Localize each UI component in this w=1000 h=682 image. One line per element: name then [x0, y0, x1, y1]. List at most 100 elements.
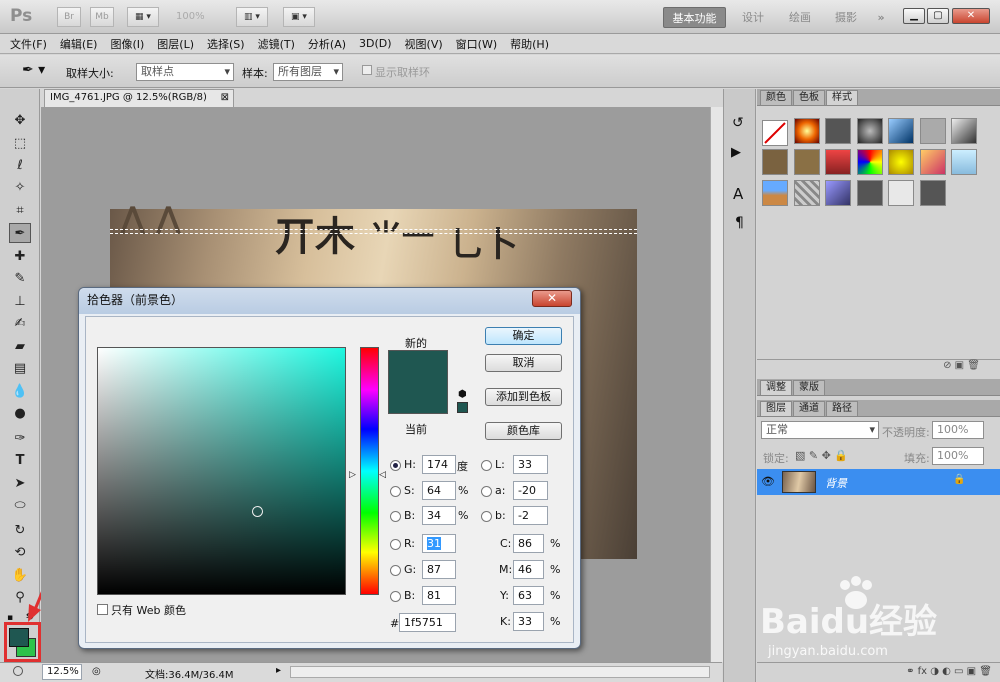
- ok-button[interactable]: 确定: [485, 327, 562, 345]
- clone-stamp-tool-icon[interactable]: ⊥: [9, 292, 31, 312]
- lightness-field[interactable]: 33: [513, 455, 548, 474]
- workspace-design[interactable]: 设计: [733, 7, 773, 28]
- hue-slider-right-handle[interactable]: ◁: [379, 470, 386, 480]
- style-item[interactable]: [856, 180, 883, 206]
- style-item[interactable]: [951, 149, 977, 175]
- path-select-tool-icon[interactable]: ➤: [9, 474, 31, 494]
- menu-analysis[interactable]: 分析(A): [308, 36, 346, 52]
- layer-row-background[interactable]: 👁 背景 🔒: [757, 469, 1000, 495]
- character-panel-icon[interactable]: A: [733, 185, 743, 203]
- gradient-tool-icon[interactable]: ▤: [9, 359, 31, 379]
- vertical-scrollbar[interactable]: [710, 107, 723, 662]
- crop-tool-icon[interactable]: ⌗: [9, 201, 31, 221]
- healing-brush-tool-icon[interactable]: ✚: [9, 247, 31, 267]
- history-panel-icon[interactable]: ↺: [732, 115, 744, 131]
- dialog-close-button[interactable]: ✕: [532, 290, 572, 307]
- menu-layer[interactable]: 图层(L): [157, 36, 194, 52]
- style-item[interactable]: [856, 149, 883, 175]
- marquee-tool-icon[interactable]: ⬚: [9, 134, 31, 154]
- paragraph-panel-icon[interactable]: ¶: [735, 215, 744, 231]
- saturation-brightness-field[interactable]: [97, 347, 346, 595]
- brightness-field[interactable]: 34: [422, 506, 456, 525]
- type-tool-icon[interactable]: T: [9, 451, 31, 471]
- style-item[interactable]: [793, 118, 820, 144]
- ellipse-tool-icon[interactable]: ⬭: [9, 496, 31, 516]
- gamut-cube-icon[interactable]: ⬢: [458, 389, 467, 400]
- cancel-button[interactable]: 取消: [485, 354, 562, 372]
- menu-file[interactable]: 文件(F): [10, 36, 47, 52]
- yellow-field[interactable]: 63: [513, 586, 544, 605]
- blue-field[interactable]: 81: [422, 586, 456, 605]
- move-tool-icon[interactable]: ✥: [9, 111, 31, 131]
- eraser-tool-icon[interactable]: ▰: [9, 337, 31, 357]
- workspace-essentials[interactable]: 基本功能: [663, 7, 726, 28]
- brush-tool-icon[interactable]: ✎: [9, 269, 31, 289]
- tab-channels[interactable]: 通道: [793, 401, 825, 416]
- web-colors-only-checkbox[interactable]: [97, 604, 108, 615]
- quick-select-tool-icon[interactable]: ✧: [9, 178, 31, 198]
- saturation-radio[interactable]: [390, 486, 401, 497]
- tab-styles[interactable]: 样式: [826, 90, 858, 105]
- menu-edit[interactable]: 编辑(E): [60, 36, 98, 52]
- style-item[interactable]: [856, 118, 883, 144]
- menu-window[interactable]: 窗口(W): [456, 36, 497, 52]
- style-item[interactable]: [793, 180, 820, 206]
- add-to-swatches-button[interactable]: 添加到色板: [485, 388, 562, 406]
- pen-tool-icon[interactable]: ✑: [9, 429, 31, 449]
- show-ring-checkbox[interactable]: [362, 65, 372, 75]
- hue-slider[interactable]: [360, 347, 379, 595]
- web-safe-swatch[interactable]: [457, 402, 468, 413]
- eyedropper-tool-icon[interactable]: ✒: [9, 223, 31, 243]
- style-item[interactable]: [919, 180, 946, 206]
- sample-size-select[interactable]: 取样点 ▾: [136, 63, 234, 81]
- hue-radio[interactable]: [390, 460, 401, 471]
- eyedropper-preset-icon[interactable]: ✒ ▾: [22, 62, 45, 78]
- blue-radio[interactable]: [390, 591, 401, 602]
- lightness-radio[interactable]: [481, 460, 492, 471]
- status-zoom-field[interactable]: 12.5%: [42, 664, 82, 680]
- more-workspaces-icon[interactable]: »: [868, 7, 894, 28]
- hue-slider-left-handle[interactable]: ▷: [349, 470, 356, 480]
- style-item[interactable]: [762, 149, 788, 175]
- style-item[interactable]: [888, 149, 914, 175]
- menu-select[interactable]: 选择(S): [207, 36, 245, 52]
- bridge-button[interactable]: Br: [57, 7, 81, 27]
- b-channel-radio[interactable]: [481, 511, 492, 522]
- minimize-icon[interactable]: ▁: [903, 8, 925, 24]
- style-item[interactable]: [888, 118, 914, 144]
- horizontal-scrollbar[interactable]: [290, 666, 710, 678]
- hex-field[interactable]: 1f5751: [399, 613, 456, 632]
- view-extras-button[interactable]: ▦ ▾: [127, 7, 159, 27]
- green-field[interactable]: 87: [422, 560, 456, 579]
- menu-image[interactable]: 图像(I): [110, 36, 144, 52]
- mini-bridge-button[interactable]: Mb: [90, 7, 114, 27]
- red-radio[interactable]: [390, 539, 401, 550]
- tab-swatches[interactable]: 色板: [793, 90, 825, 105]
- screen-mode-button[interactable]: ▣ ▾: [283, 7, 315, 27]
- foreground-color-swatch[interactable]: [9, 628, 29, 647]
- menu-view[interactable]: 视图(V): [405, 36, 443, 52]
- menu-help[interactable]: 帮助(H): [510, 36, 549, 52]
- styles-footer-icons[interactable]: ⊘ ▣ 🗑: [757, 359, 1000, 375]
- style-item[interactable]: [825, 149, 851, 175]
- fill-field[interactable]: 100%: [932, 447, 984, 465]
- style-item[interactable]: [888, 180, 914, 206]
- style-item[interactable]: [825, 118, 851, 144]
- black-field[interactable]: 33: [513, 612, 544, 631]
- zoom-level[interactable]: 100%: [176, 11, 205, 22]
- actions-panel-icon[interactable]: ▶: [731, 145, 741, 160]
- menu-filter[interactable]: 滤镜(T): [258, 36, 295, 52]
- style-item[interactable]: [919, 149, 946, 175]
- style-item[interactable]: [919, 118, 946, 144]
- saturation-field[interactable]: 64: [422, 481, 456, 500]
- blend-mode-select[interactable]: 正常 ▾: [761, 421, 879, 439]
- close-document-icon[interactable]: ⊠: [221, 90, 229, 106]
- tab-paths[interactable]: 路径: [826, 401, 858, 416]
- color-cursor[interactable]: [252, 506, 263, 517]
- opacity-field[interactable]: 100%: [932, 421, 984, 439]
- workspace-painting[interactable]: 绘画: [780, 7, 820, 28]
- b-channel-field[interactable]: -2: [513, 506, 548, 525]
- green-radio[interactable]: [390, 565, 401, 576]
- sample-select[interactable]: 所有图层 ▾: [273, 63, 343, 81]
- style-item[interactable]: [793, 149, 820, 175]
